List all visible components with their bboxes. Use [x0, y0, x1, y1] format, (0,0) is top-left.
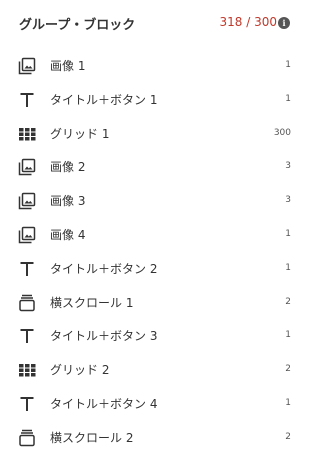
list-item-count: 2	[285, 431, 291, 442]
list-item[interactable]: 画像 4 1	[0, 218, 307, 252]
list-item-count: 2	[285, 364, 291, 375]
list-item-count: 2	[285, 296, 291, 307]
image-icon	[18, 226, 36, 244]
list-item-label: 画像 3	[50, 194, 86, 209]
list-item-label: 横スクロール 2	[50, 430, 134, 445]
group-block-panel: グループ・ブロック 318 / 300 i 画像 1 1 タイトル＋ボタン 1 …	[0, 0, 307, 468]
block-count: 318 / 300	[219, 15, 277, 29]
list-item-label: タイトル＋ボタン 3	[50, 329, 158, 344]
horizontal-scroll-icon	[18, 294, 36, 312]
panel-title: グループ・ブロック	[19, 18, 136, 33]
list-item-count: 1	[285, 93, 291, 104]
list-item[interactable]: 横スクロール 1 2	[0, 286, 307, 320]
list-item[interactable]: 画像 2 3	[0, 150, 307, 184]
list-item[interactable]: グリッド 2 2	[0, 353, 307, 387]
image-icon	[18, 57, 36, 75]
horizontal-scroll-icon	[18, 429, 36, 447]
list-item-count: 3	[285, 195, 291, 206]
list-item-label: 画像 1	[50, 59, 86, 73]
list-item-label: グリッド 2	[50, 363, 110, 378]
list-item[interactable]: 画像 1 1	[0, 49, 307, 83]
list-item-label: タイトル＋ボタン 2	[50, 261, 158, 276]
list-item-count: 1	[285, 60, 291, 70]
list-item-label: 横スクロール 1	[50, 295, 134, 310]
list-item-count: 1	[285, 262, 291, 273]
block-list: 画像 1 1 タイトル＋ボタン 1 1 グリッド 1 300 画像 2 3 画像…	[0, 49, 307, 455]
list-item[interactable]: タイトル＋ボタン 4 1	[0, 387, 307, 421]
list-item-count: 1	[285, 330, 291, 341]
list-item[interactable]: タイトル＋ボタン 1 1	[0, 83, 307, 117]
text-icon	[18, 327, 36, 345]
list-item-count: 1	[285, 397, 291, 408]
panel-header: グループ・ブロック 318 / 300 i	[0, 0, 307, 46]
grid-icon	[18, 361, 36, 379]
text-icon	[18, 260, 36, 278]
list-item-label: タイトル＋ボタン 4	[50, 396, 158, 411]
list-item[interactable]: 画像 3 3	[0, 184, 307, 218]
grid-icon	[18, 125, 36, 143]
image-icon	[18, 192, 36, 210]
list-item-count: 3	[285, 161, 291, 172]
list-item-label: 画像 2	[50, 160, 86, 175]
image-icon	[18, 158, 36, 176]
info-icon[interactable]: i	[278, 17, 290, 29]
list-item[interactable]: タイトル＋ボタン 2 1	[0, 252, 307, 286]
list-item[interactable]: タイトル＋ボタン 3 1	[0, 319, 307, 353]
list-item-label: 画像 4	[50, 227, 86, 242]
text-icon	[18, 91, 36, 109]
list-item-label: グリッド 1	[50, 126, 110, 141]
list-item-count: 300	[273, 127, 291, 138]
list-item[interactable]: グリッド 1 300	[0, 117, 307, 151]
list-item-label: タイトル＋ボタン 1	[50, 92, 158, 107]
list-item[interactable]: 横スクロール 2 2	[0, 421, 307, 455]
list-item-count: 1	[285, 228, 291, 239]
text-icon	[18, 395, 36, 413]
